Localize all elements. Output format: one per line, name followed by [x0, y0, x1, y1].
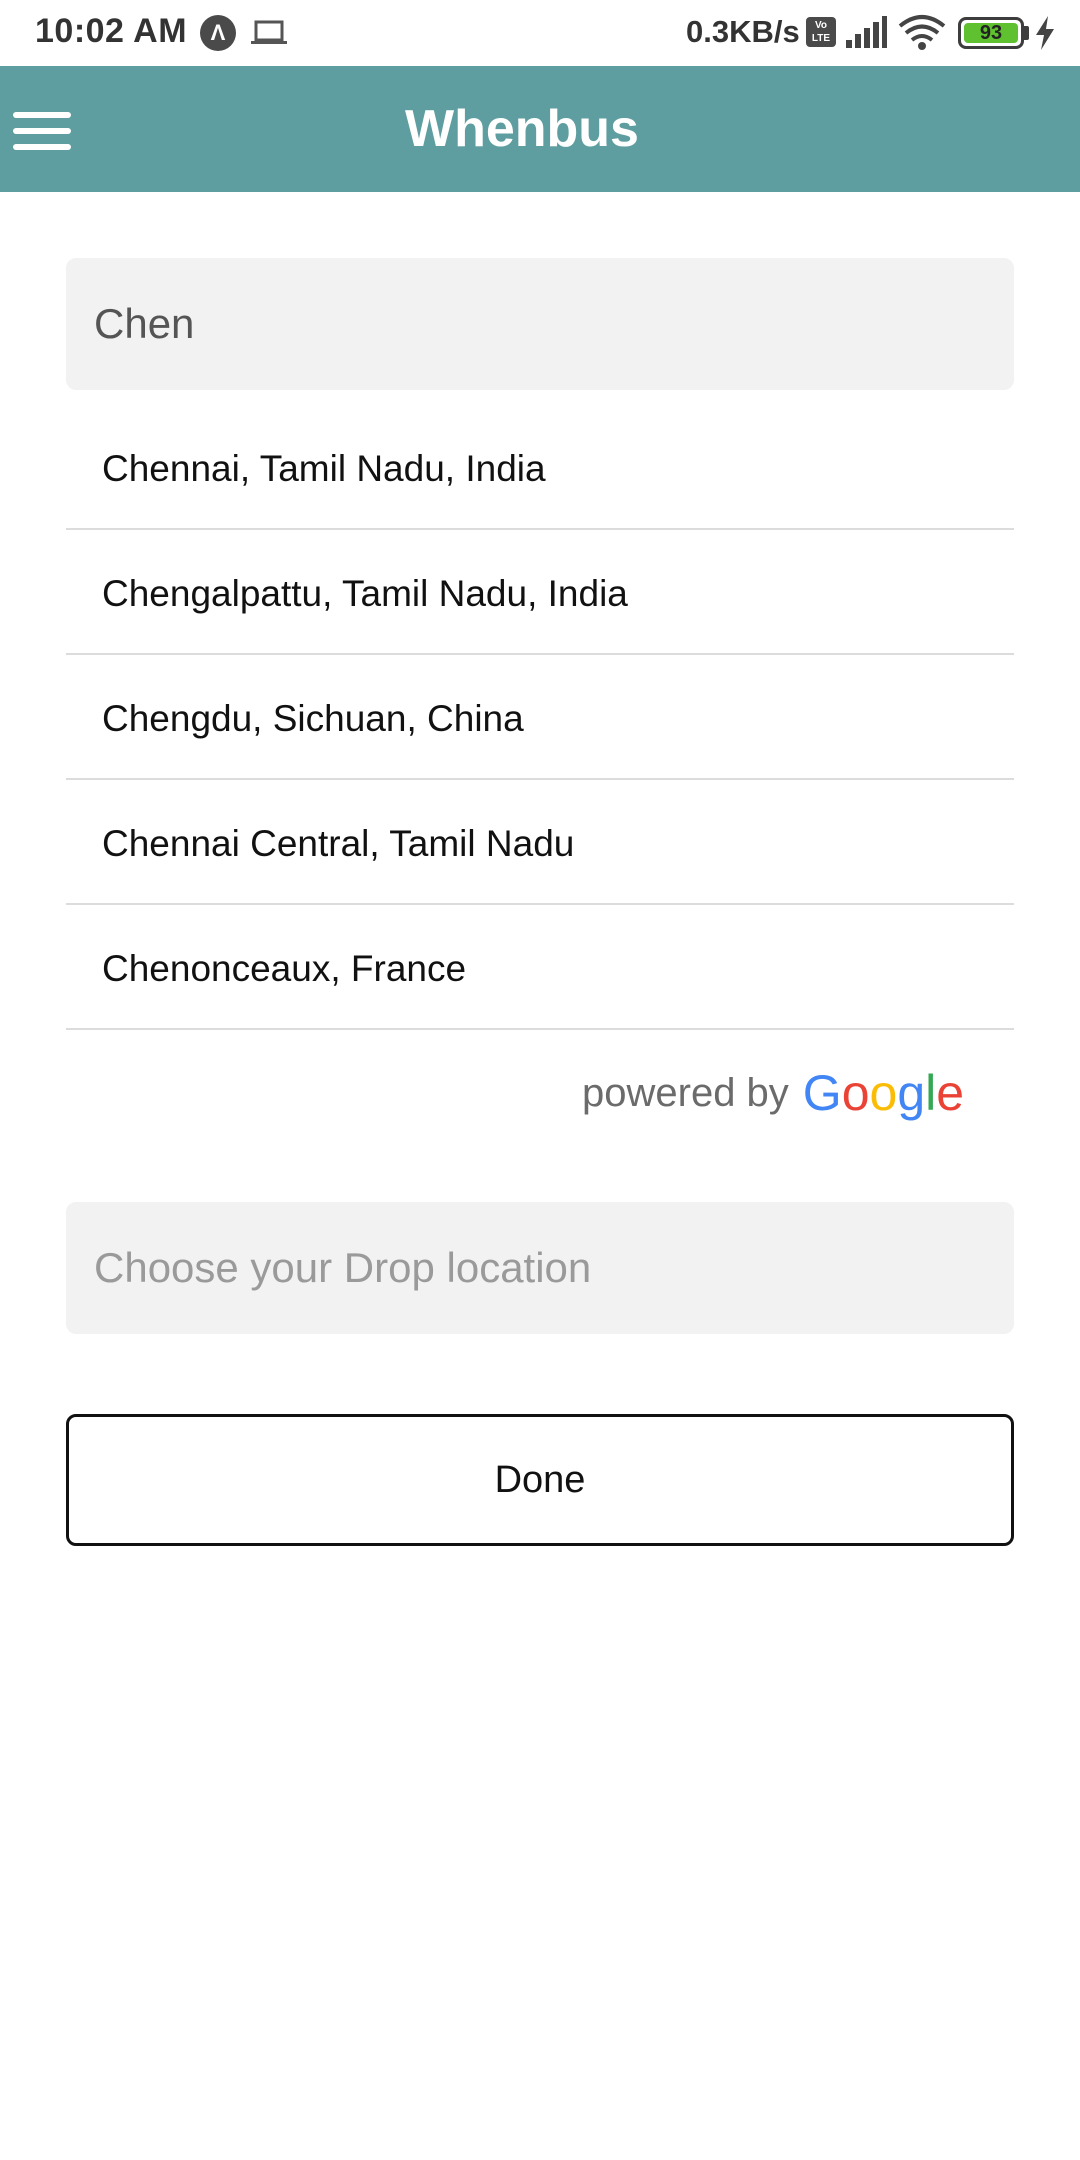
battery-icon: 93 [958, 17, 1024, 49]
google-logo: Google [803, 1064, 964, 1122]
pickup-location-input[interactable] [66, 258, 1014, 390]
suggestion-item[interactable]: Chenonceaux, France [66, 905, 1014, 1030]
battery-cap [1024, 26, 1029, 40]
google-logo-letter: g [897, 1065, 926, 1121]
powered-by-label: powered by [582, 1070, 789, 1115]
powered-by-google: powered by Google [582, 1058, 964, 1128]
suggestion-item[interactable]: Chennai, Tamil Nadu, India [66, 405, 1014, 530]
google-logo-letter: l [925, 1065, 937, 1121]
network-speed: 0.3KB/s [686, 14, 800, 49]
status-time: 10:02 AM [35, 12, 188, 50]
assistant-icon: Λ [200, 15, 236, 51]
suggestion-item[interactable]: Chennai Central, Tamil Nadu [66, 780, 1014, 905]
signal-icon [846, 16, 887, 48]
drop-location-input[interactable] [66, 1202, 1014, 1334]
google-logo-letter: e [936, 1065, 965, 1121]
done-button[interactable]: Done [66, 1414, 1014, 1546]
charging-bolt-icon [1036, 16, 1054, 50]
suggestion-item[interactable]: Chengdu, Sichuan, China [66, 655, 1014, 780]
battery-level: 93 [979, 22, 1003, 44]
status-bar: 10:02 AM Λ 0.3KB/s Vo LTE 93 [0, 0, 1080, 66]
suggestion-item[interactable]: Chengalpattu, Tamil Nadu, India [66, 530, 1014, 655]
laptop-icon [251, 20, 287, 44]
google-logo-letter: o [841, 1065, 870, 1121]
google-logo-letter: o [869, 1065, 898, 1121]
app-title: Whenbus [405, 100, 639, 158]
google-logo-letter: G [802, 1065, 842, 1121]
wifi-icon [898, 15, 946, 50]
suggestion-list: Chennai, Tamil Nadu, India Chengalpattu,… [66, 405, 1014, 1030]
app-bar: Whenbus [0, 66, 1080, 192]
volte-icon: Vo LTE [806, 17, 836, 47]
